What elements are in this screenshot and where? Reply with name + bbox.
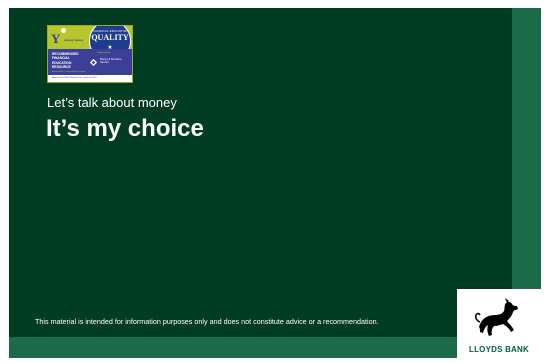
slide-title: It’s my choice <box>46 115 204 142</box>
disclaimer-text: This material is intended for informatio… <box>35 317 379 326</box>
seal-quality-text: QUALITY <box>91 33 129 42</box>
young-money-logo: Y <box>51 31 61 46</box>
badge-panel: RECOMMENDED FINANCIAL EDUCATION RESOURCE… <box>48 49 132 75</box>
young-money-logo-text: young money <box>64 38 84 42</box>
black-horse-icon <box>475 298 518 336</box>
quality-mark-badge: Y young money FINANCIAL EDUCATION QUALIT… <box>47 25 133 83</box>
award-dates: Award Feb 2024 | Review Date: Jan/Feb 20… <box>48 75 132 82</box>
young-money-dot-icon <box>61 28 66 33</box>
partner-name: Money & Pensions Service <box>100 58 122 65</box>
assured-text: Assured by a Young Money review <box>52 71 86 73</box>
slide-subtitle: Let’s talk about money <box>47 95 177 110</box>
supported-by-text: Supported by <box>97 52 111 54</box>
money-pensions-service-icon <box>89 58 98 67</box>
presentation-slide: Y young money FINANCIAL EDUCATION QUALIT… <box>9 8 541 358</box>
lloyds-bank-logo: LLOYDS BANK <box>457 289 541 358</box>
recommended-resource-text: RECOMMENDED FINANCIAL EDUCATION RESOURCE <box>52 52 79 69</box>
lloyds-bank-wordmark: LLOYDS BANK <box>469 345 529 354</box>
slide-main-panel: Y young money FINANCIAL EDUCATION QUALIT… <box>9 8 512 337</box>
